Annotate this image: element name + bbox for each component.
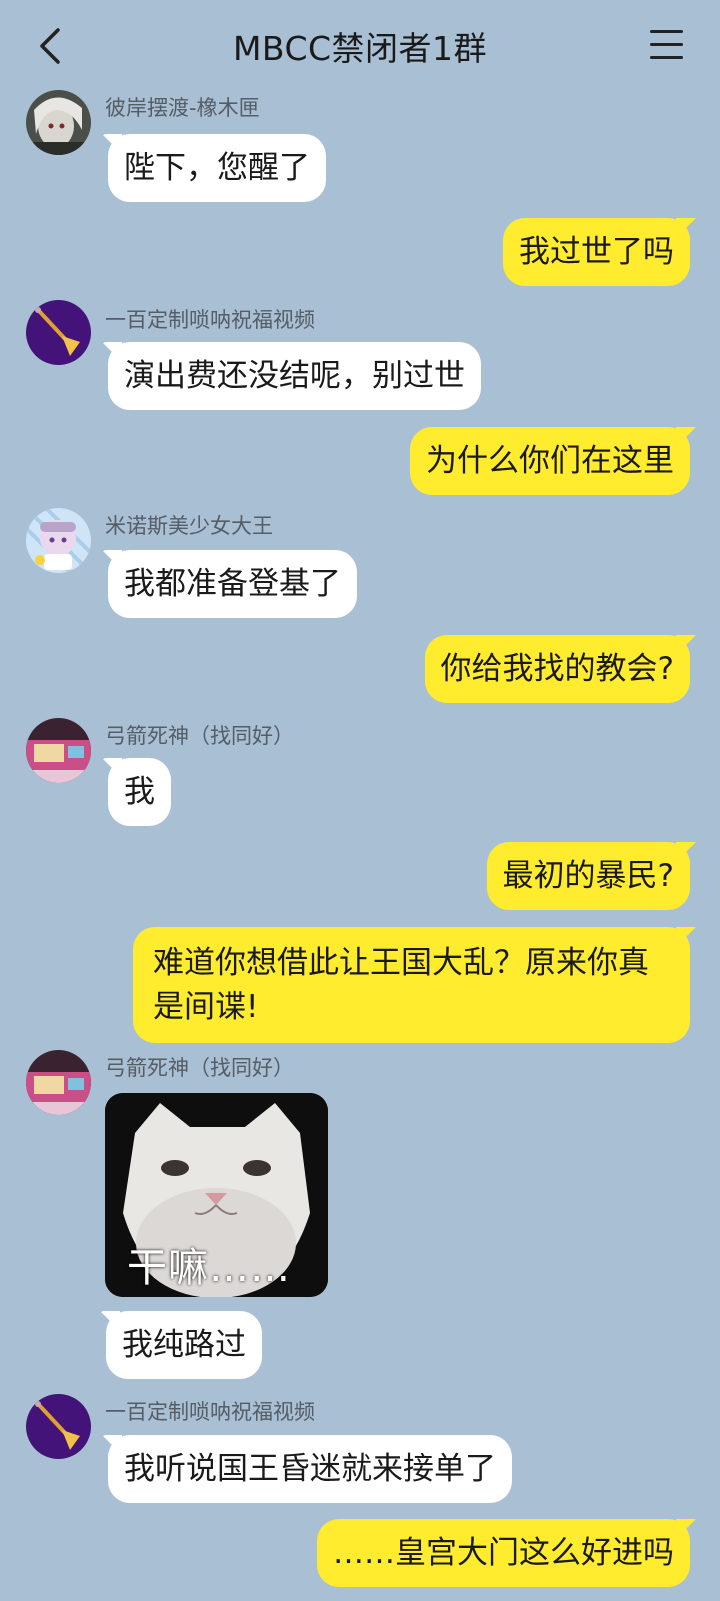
chat-header: MBCC禁闭者1群 — [0, 0, 720, 92]
pink-room-avatar — [26, 718, 91, 783]
sticker-image[interactable]: 干嘛…… — [105, 1093, 328, 1297]
chibi-girl-avatar — [26, 508, 91, 573]
avatar[interactable] — [26, 90, 91, 155]
outgoing-message-bubble[interactable]: 最初的暴民? — [486, 842, 690, 910]
menu-button[interactable] — [650, 30, 686, 62]
sticker-caption: 干嘛…… — [127, 1245, 291, 1291]
outgoing-message-bubble[interactable]: 难道你想借此让王国大乱？原来你真是间谍! — [133, 927, 690, 1043]
incoming-message-bubble[interactable]: 我 — [108, 758, 171, 826]
incoming-message-bubble[interactable]: 我听说国王昏迷就来接单了 — [108, 1435, 512, 1503]
outgoing-message-bubble[interactable]: 为什么你们在这里 — [410, 427, 690, 495]
outgoing-message-bubble[interactable]: 你给我找的教会? — [424, 635, 690, 703]
sender-name: 一百定制唢呐祝福视频 — [105, 1400, 315, 1424]
sender-name: 一百定制唢呐祝福视频 — [105, 308, 315, 332]
avatar[interactable] — [26, 1050, 91, 1115]
suona-horn-avatar — [26, 1394, 91, 1459]
avatar[interactable] — [26, 508, 91, 573]
avatar[interactable] — [26, 718, 91, 783]
sender-name: 彼岸摆渡-橡木匣 — [105, 96, 260, 120]
incoming-message-bubble[interactable]: 陛下，您醒了 — [108, 134, 326, 202]
avatar[interactable] — [26, 1394, 91, 1459]
suona-horn-avatar — [26, 300, 91, 365]
sender-name: 弓箭死神（找同好） — [105, 724, 294, 748]
incoming-message-bubble[interactable]: 我都准备登基了 — [108, 550, 357, 618]
outgoing-message-bubble[interactable]: 我过世了吗 — [503, 218, 690, 286]
outgoing-message-bubble[interactable]: ……皇宫大门这么好进吗 — [317, 1519, 690, 1587]
chat-title: MBCC禁闭者1群 — [232, 29, 488, 68]
white-hair-character-avatar — [26, 90, 91, 155]
sender-name: 弓箭死神（找同好） — [105, 1056, 294, 1080]
incoming-message-bubble[interactable]: 我纯路过 — [106, 1311, 262, 1379]
avatar[interactable] — [26, 300, 91, 365]
sender-name: 米诺斯美少女大王 — [105, 514, 273, 538]
incoming-message-bubble[interactable]: 演出费还没结呢，别过世 — [108, 342, 481, 410]
pink-room-avatar — [26, 1050, 91, 1115]
